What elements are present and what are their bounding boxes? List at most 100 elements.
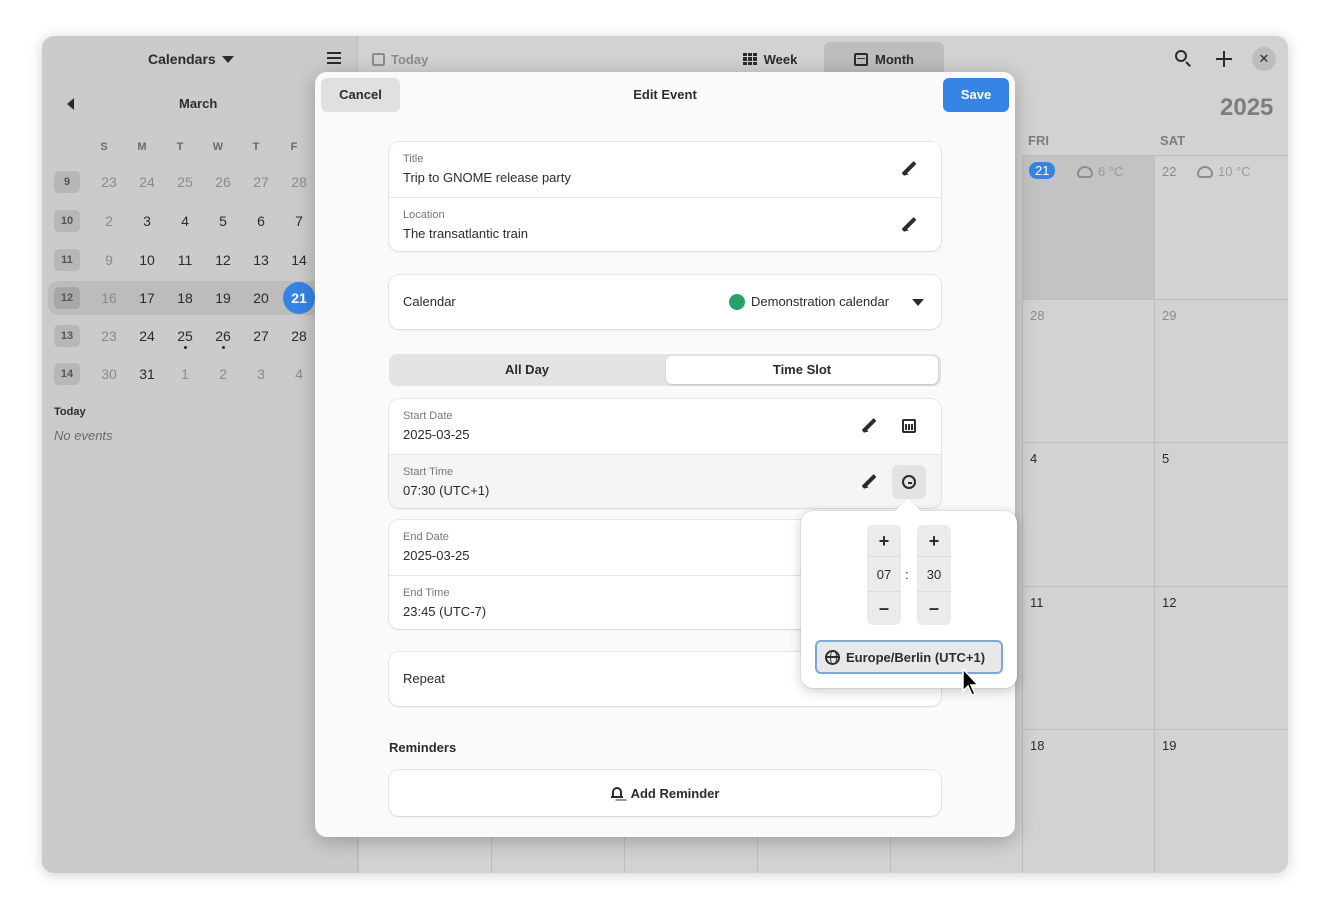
- day-cell[interactable]: 29: [1154, 299, 1288, 442]
- mini-calendar-today[interactable]: 21: [283, 281, 315, 315]
- start-date-value[interactable]: 2025-03-25: [403, 427, 470, 442]
- day-number: 4: [181, 213, 189, 229]
- edit-pencil-icon[interactable]: [901, 161, 917, 177]
- minute-increment-button[interactable]: +: [917, 525, 951, 557]
- mini-calendar-day[interactable]: 9: [93, 243, 125, 277]
- mini-calendar-day[interactable]: 3: [245, 357, 277, 391]
- mini-calendar-day[interactable]: 19: [207, 281, 239, 315]
- week-view-button[interactable]: Week: [722, 42, 818, 76]
- calendar-picker-icon[interactable]: [902, 419, 916, 433]
- mini-calendar-day[interactable]: 4: [169, 204, 201, 238]
- day-cell[interactable]: [757, 836, 890, 873]
- mini-calendar-day[interactable]: 1: [169, 357, 201, 391]
- mini-calendar-day[interactable]: 26: [207, 165, 239, 199]
- add-reminder-button[interactable]: Add Reminder: [389, 770, 941, 816]
- end-date-value[interactable]: 2025-03-25: [403, 548, 470, 563]
- mini-calendar-day[interactable]: 2: [207, 357, 239, 391]
- title-value[interactable]: Trip to GNOME release party: [403, 170, 571, 185]
- day-cell[interactable]: 19: [1154, 729, 1288, 873]
- hamburger-menu-icon[interactable]: [327, 52, 341, 64]
- month-view-button[interactable]: Month: [824, 42, 944, 76]
- day-cell[interactable]: 18: [1022, 729, 1154, 873]
- rain-icon: [1197, 165, 1213, 178]
- location-row[interactable]: Location The transatlantic train: [389, 197, 941, 251]
- day-cell-fri-21[interactable]: 21 6 °C: [1022, 155, 1154, 299]
- day-cell-sat-22[interactable]: 22 10 °C: [1154, 155, 1288, 299]
- mini-calendar-day[interactable]: 26: [207, 319, 239, 353]
- mini-calendar-day[interactable]: 31: [131, 357, 163, 391]
- mini-calendar-day[interactable]: 25: [169, 319, 201, 353]
- location-value[interactable]: The transatlantic train: [403, 226, 528, 241]
- mini-calendar-day[interactable]: 30: [93, 357, 125, 391]
- mini-calendar-day[interactable]: 16: [93, 281, 125, 315]
- mini-calendar-day[interactable]: 13: [245, 243, 277, 277]
- minute-value[interactable]: 30: [917, 558, 951, 591]
- start-time-value[interactable]: 07:30 (UTC+1): [403, 483, 489, 498]
- mini-calendar-day[interactable]: 6: [245, 204, 277, 238]
- save-button[interactable]: Save: [943, 78, 1009, 112]
- calendar-row[interactable]: Calendar Demonstration calendar: [389, 275, 941, 329]
- all-day-toggle[interactable]: All Day: [391, 356, 663, 384]
- mini-calendar-day[interactable]: 27: [245, 165, 277, 199]
- mini-calendar-day[interactable]: 23: [93, 319, 125, 353]
- year-label: 2025: [1220, 94, 1274, 121]
- mini-calendar-day[interactable]: 17: [131, 281, 163, 315]
- hour-increment-button[interactable]: +: [867, 525, 901, 557]
- edit-pencil-icon[interactable]: [861, 474, 877, 490]
- chevron-down-icon[interactable]: [912, 299, 924, 306]
- mini-calendar-day[interactable]: 4: [283, 357, 315, 391]
- time-picker-button[interactable]: [892, 465, 926, 499]
- close-button[interactable]: ✕: [1252, 47, 1276, 71]
- day-cell[interactable]: [491, 836, 624, 873]
- time-slot-toggle[interactable]: Time Slot: [666, 356, 938, 384]
- mini-calendar-day[interactable]: 14: [283, 243, 315, 277]
- mini-calendar-day[interactable]: 12: [207, 243, 239, 277]
- mini-calendar-day[interactable]: 23: [93, 165, 125, 199]
- mini-calendar-day[interactable]: 11: [169, 243, 201, 277]
- mini-calendar-day[interactable]: 27: [245, 319, 277, 353]
- column-header-sat: SAT: [1160, 133, 1186, 148]
- hour-decrement-button[interactable]: –: [867, 591, 901, 623]
- edit-pencil-icon[interactable]: [901, 217, 917, 233]
- start-time-row[interactable]: Start Time 07:30 (UTC+1): [389, 454, 941, 508]
- title-row[interactable]: Title Trip to GNOME release party: [389, 142, 941, 197]
- day-number: 3: [257, 366, 265, 382]
- start-date-row[interactable]: Start Date 2025-03-25: [389, 399, 941, 454]
- mini-calendar-day[interactable]: 10: [131, 243, 163, 277]
- previous-month-icon[interactable]: [67, 98, 74, 110]
- mini-calendar-day[interactable]: 24: [131, 165, 163, 199]
- calendar-value[interactable]: Demonstration calendar: [751, 294, 889, 309]
- day-cell[interactable]: [890, 836, 1022, 873]
- mini-calendar-day[interactable]: 28: [283, 319, 315, 353]
- mini-calendar-day[interactable]: 25: [169, 165, 201, 199]
- today-date-badge: 21: [1029, 162, 1056, 179]
- minute-decrement-button[interactable]: –: [917, 591, 951, 623]
- today-button[interactable]: Today: [372, 48, 428, 70]
- day-number: 9: [105, 252, 113, 268]
- day-cell[interactable]: 12: [1154, 586, 1288, 729]
- mini-calendar-day[interactable]: 28: [283, 165, 315, 199]
- day-cell[interactable]: 4: [1022, 442, 1154, 586]
- month-label: Month: [875, 51, 914, 67]
- mini-calendar-day[interactable]: 18: [169, 281, 201, 315]
- mini-calendar-day[interactable]: 2: [93, 204, 125, 238]
- day-number: 10: [139, 252, 155, 268]
- mini-calendar-day[interactable]: 5: [207, 204, 239, 238]
- day-cell[interactable]: 11: [1022, 586, 1154, 729]
- calendars-menu-button[interactable]: Calendars: [148, 47, 234, 71]
- end-time-value[interactable]: 23:45 (UTC-7): [403, 604, 486, 619]
- edit-pencil-icon[interactable]: [861, 418, 877, 434]
- day-cell[interactable]: [358, 836, 491, 873]
- mini-calendar-day[interactable]: 24: [131, 319, 163, 353]
- day-number: 14: [291, 252, 307, 268]
- mini-calendar-day[interactable]: 7: [283, 204, 315, 238]
- day-cell[interactable]: [624, 836, 757, 873]
- mini-calendar-day[interactable]: 20: [245, 281, 277, 315]
- hour-value[interactable]: 07: [867, 558, 901, 591]
- week-number: 12: [54, 287, 80, 309]
- day-cell[interactable]: 5: [1154, 442, 1288, 586]
- mini-calendar-day[interactable]: 3: [131, 204, 163, 238]
- day-cell[interactable]: 28: [1022, 299, 1154, 442]
- search-icon[interactable]: [1174, 49, 1194, 69]
- add-event-icon[interactable]: [1214, 49, 1234, 69]
